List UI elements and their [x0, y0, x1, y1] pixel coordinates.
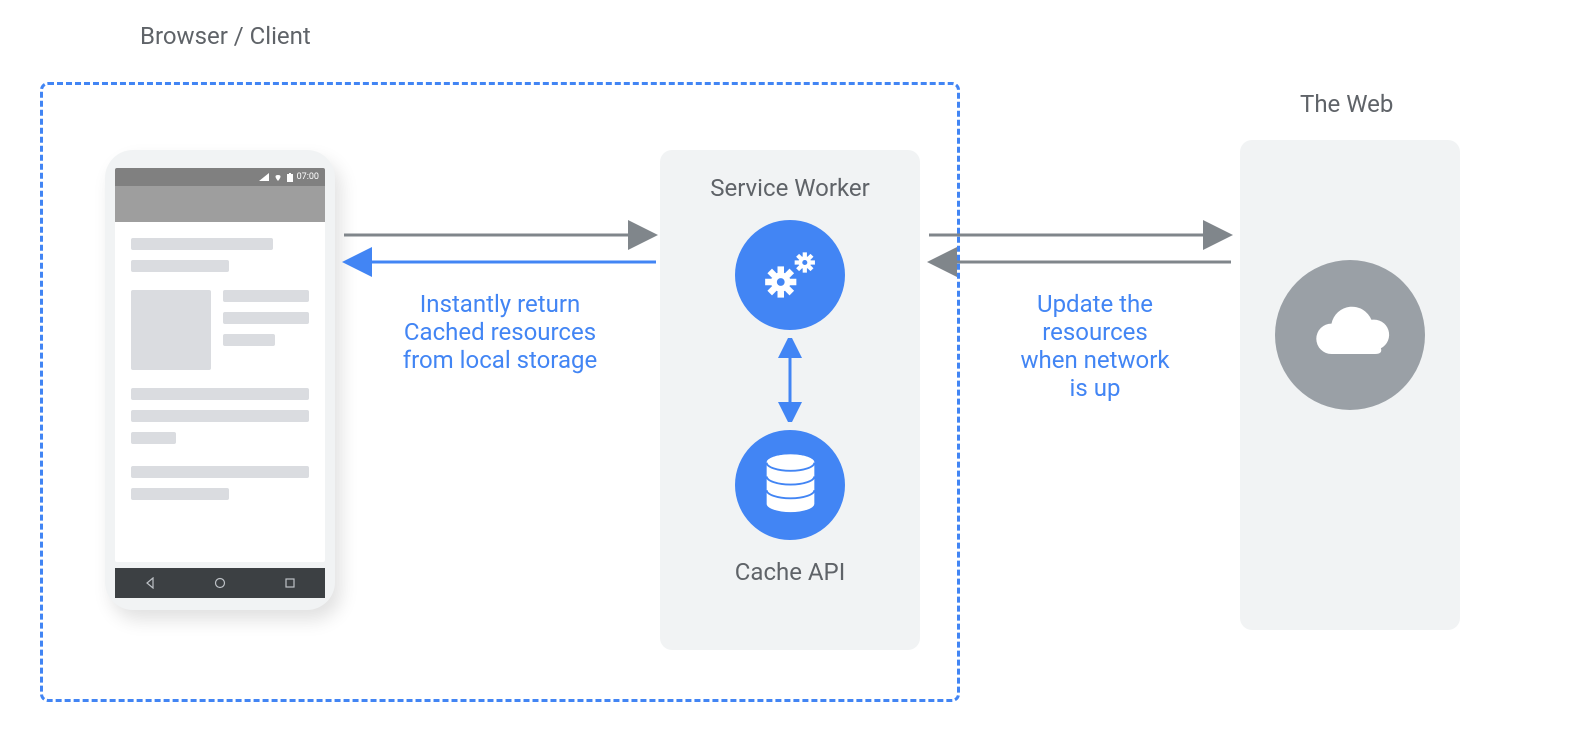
web-cloud-circle: [1275, 260, 1425, 410]
network-caption-line2: resources: [1000, 318, 1190, 346]
network-caption-line1: Update the: [1000, 290, 1190, 318]
nav-back-icon: [144, 577, 156, 589]
sw-to-web-arrows: [925, 220, 1235, 280]
web-panel: [1240, 140, 1460, 630]
wifi-icon: [273, 173, 283, 181]
database-icon: [763, 453, 818, 518]
service-worker-circle: [735, 220, 845, 330]
phone-app-bar: [115, 186, 325, 222]
network-caption-line3: when network: [1000, 346, 1190, 374]
phone-content-placeholder: [115, 222, 325, 526]
phone-mockup: 07:00: [105, 150, 335, 610]
sw-cache-double-arrow-icon: [778, 338, 802, 422]
cache-caption: Instantly return Cached resources from l…: [380, 290, 620, 374]
service-worker-panel: Service Worker: [660, 150, 920, 650]
signal-icon: [259, 173, 269, 181]
phone-to-sw-arrows: [340, 220, 660, 280]
phone-nav-bar: [115, 568, 325, 598]
battery-icon: [287, 173, 293, 182]
phone-time: 07:00: [297, 172, 319, 182]
nav-recent-icon: [284, 577, 296, 589]
network-caption-line4: is up: [1000, 374, 1190, 402]
cloud-icon: [1303, 305, 1398, 365]
gears-icon: [758, 243, 823, 308]
cache-api-label: Cache API: [660, 558, 920, 586]
cache-caption-line1: Instantly return: [380, 290, 620, 318]
service-worker-label: Service Worker: [660, 174, 920, 202]
web-heading: The Web: [1300, 90, 1393, 118]
network-caption: Update the resources when network is up: [1000, 290, 1190, 402]
cache-api-circle: [735, 430, 845, 540]
browser-client-heading: Browser / Client: [140, 22, 311, 50]
phone-statusbar: 07:00: [115, 168, 325, 186]
nav-home-icon: [214, 577, 226, 589]
phone-screen: 07:00: [115, 168, 325, 562]
cache-caption-line2: Cached resources: [380, 318, 620, 346]
cache-caption-line3: from local storage: [380, 346, 620, 374]
